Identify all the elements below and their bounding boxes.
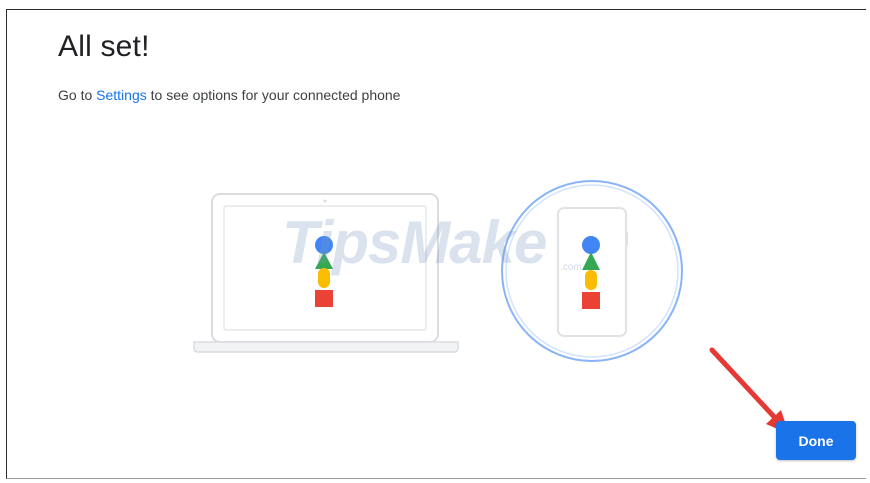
watermark-logo: TipsMake	[282, 209, 547, 276]
watermark-suffix: .com	[560, 262, 582, 273]
done-button[interactable]: Done	[776, 421, 856, 460]
